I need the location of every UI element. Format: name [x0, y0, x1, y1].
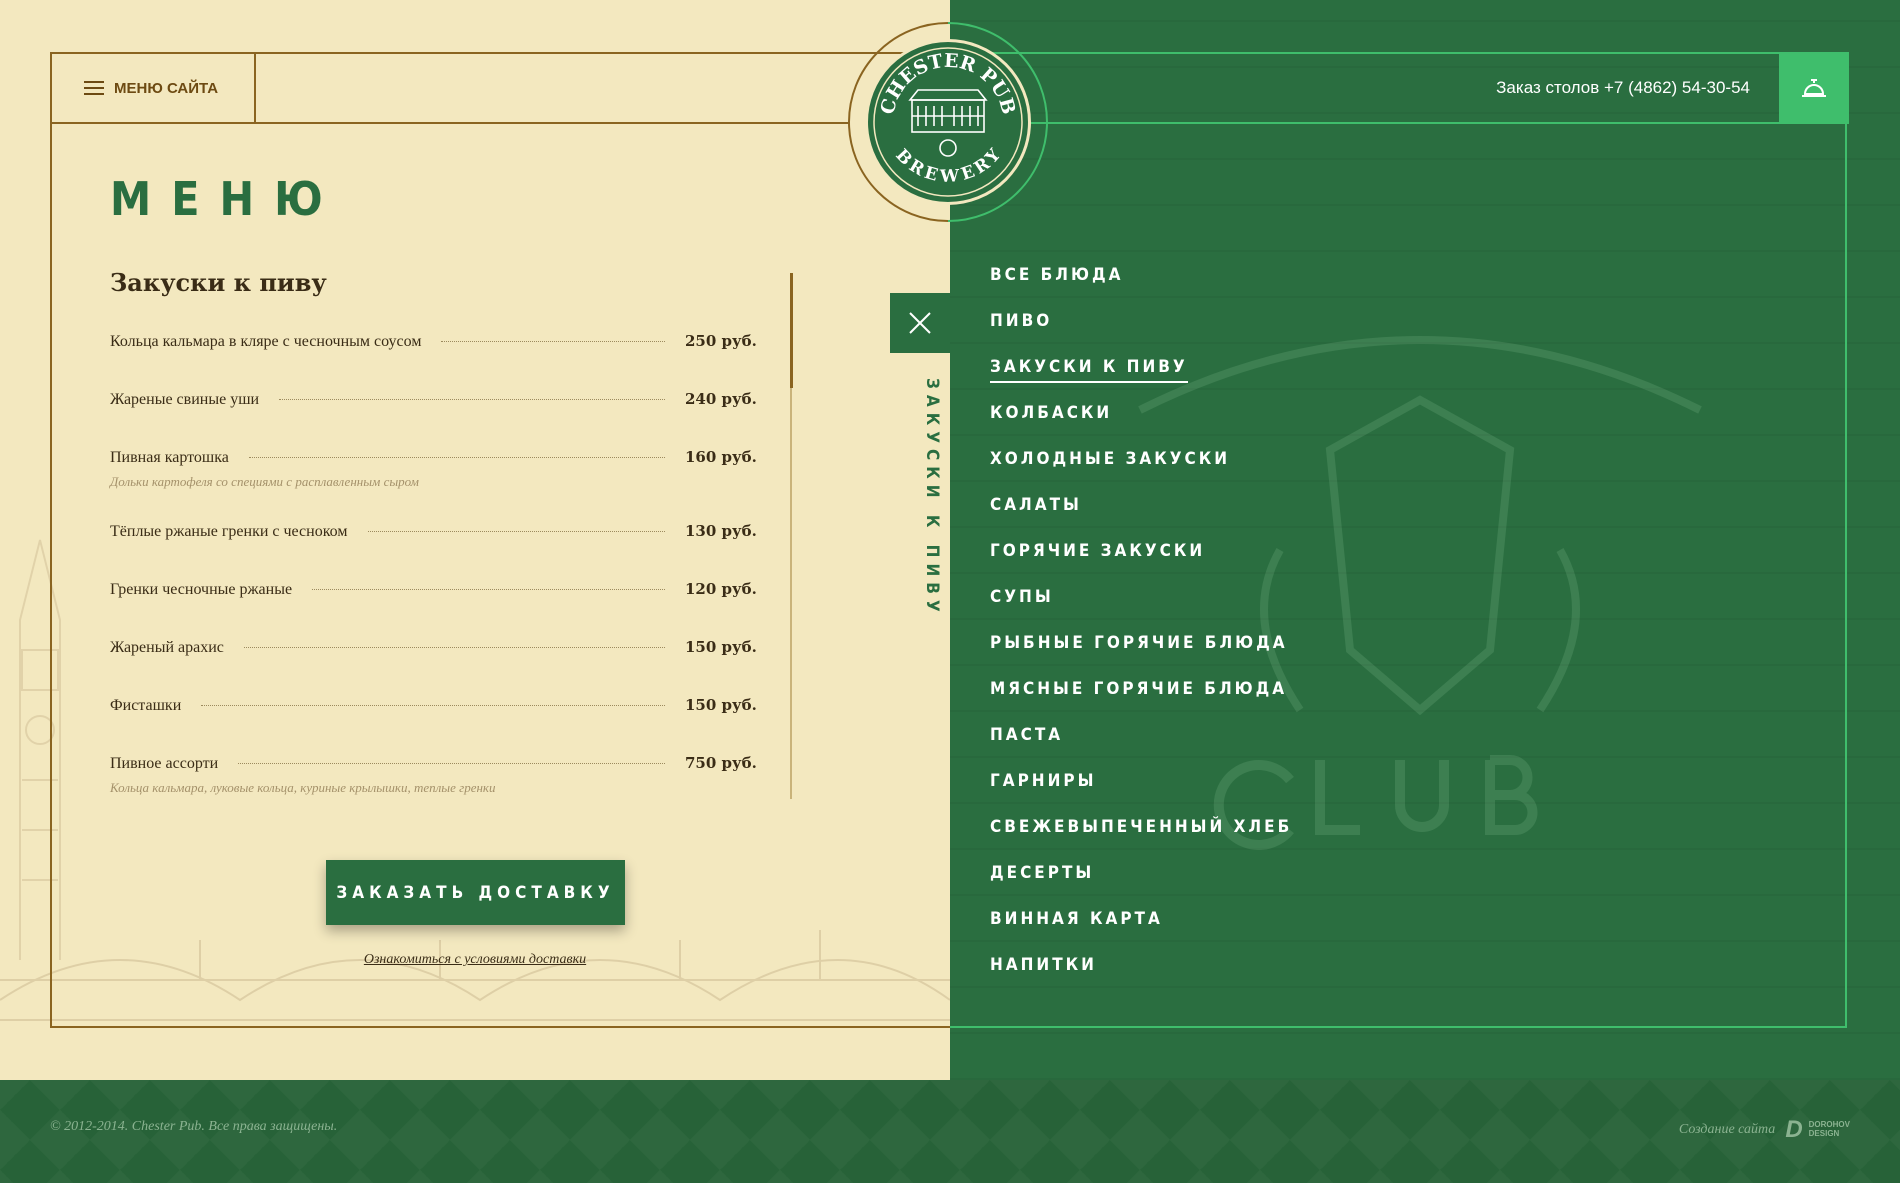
dot-leader — [201, 705, 665, 706]
item-name: Жареные свиные уши — [110, 391, 260, 408]
copyright-text: © 2012-2014. Chester Pub. Все права защи… — [50, 1119, 338, 1134]
site-credit[interactable]: Создание сайта D DOROHOV DESIGN — [1679, 1118, 1850, 1142]
logo-top-text: CHESTER PUB — [876, 50, 1019, 117]
item-name: Пивная картошка — [110, 449, 229, 466]
menu-item: Жареные свиные уши 240 руб. — [110, 390, 757, 409]
item-description: Кольца кальмара, луковые кольца, куриные… — [110, 780, 496, 795]
menu-item: Пивное ассорти 750 руб. Кольца кальмара,… — [110, 754, 757, 796]
svg-text:BREWERY: BREWERY — [891, 145, 1005, 187]
category-nav: ВСЕ БЛЮДА ПИВО ЗАКУСКИ К ПИВУ КОЛБАСКИ Х… — [990, 262, 1292, 998]
table-reservation-phone[interactable]: Заказ столов +7 (4862) 54-30-54 — [1496, 78, 1750, 98]
item-description: Дольки картофеля со специями с расплавле… — [110, 474, 419, 489]
category-meat-mains[interactable]: МЯСНЫЕ ГОРЯЧИЕ БЛЮДА — [990, 676, 1292, 722]
item-price: 120 руб. — [685, 580, 757, 598]
svg-text:CHESTER PUB: CHESTER PUB — [876, 50, 1019, 117]
category-hot-starters[interactable]: ГОРЯЧИЕ ЗАКУСКИ — [990, 538, 1292, 584]
item-price: 250 руб. — [685, 332, 757, 350]
menu-item: Кольца кальмара в кляре с чесночным соус… — [110, 332, 757, 351]
category-sides[interactable]: ГАРНИРЫ — [990, 768, 1292, 814]
category-pasta[interactable]: ПАСТА — [990, 722, 1292, 768]
dot-leader — [279, 399, 665, 400]
scrollbar-thumb[interactable] — [790, 273, 793, 388]
item-name: Тёплые ржаные гренки с чесноком — [110, 523, 348, 540]
logo-emblem: CHESTER PUB BREWERY — [873, 47, 1023, 197]
credit-mark: D — [1785, 1116, 1803, 1143]
page-title: МЕНЮ — [110, 172, 343, 226]
item-price: 240 руб. — [685, 390, 757, 408]
category-wine-list[interactable]: ВИННАЯ КАРТА — [990, 906, 1292, 952]
menu-item: Жареный арахис 150 руб. — [110, 638, 757, 657]
item-price: 750 руб. — [685, 754, 757, 772]
item-name: Гренки чесночные ржаные — [110, 581, 293, 598]
menu-item: Пивная картошка 160 руб. Дольки картофел… — [110, 448, 757, 490]
dot-leader — [367, 531, 665, 532]
category-sausages[interactable]: КОЛБАСКИ — [990, 400, 1292, 446]
item-name: Фисташки — [110, 697, 182, 714]
reservation-button[interactable] — [1779, 52, 1849, 124]
service-bell-icon — [1802, 79, 1826, 97]
item-name: Кольца кальмара в кляре с чесночным соус… — [110, 333, 422, 350]
section-title: Закуски к пиву — [110, 268, 327, 297]
category-all-dishes[interactable]: ВСЕ БЛЮДА — [990, 262, 1292, 308]
close-menu-button[interactable] — [890, 293, 950, 353]
credit-label: Создание сайта — [1678, 1122, 1776, 1137]
dot-leader — [243, 647, 665, 648]
menu-item: Фисташки 150 руб. — [110, 696, 757, 715]
category-salads[interactable]: САЛАТЫ — [990, 492, 1292, 538]
delivery-terms-link[interactable]: Ознакомиться с условиями доставки — [0, 952, 950, 968]
category-cold-starters[interactable]: ХОЛОДНЫЕ ЗАКУСКИ — [990, 446, 1292, 492]
dot-leader — [312, 589, 665, 590]
category-beer[interactable]: ПИВО — [990, 308, 1292, 354]
site-menu-button[interactable]: МЕНЮ САЙТА — [50, 52, 256, 124]
item-price: 150 руб. — [685, 696, 757, 714]
item-name: Жареный арахис — [110, 639, 224, 656]
item-price: 150 руб. — [685, 638, 757, 656]
item-price: 160 руб. — [685, 448, 757, 466]
category-desserts[interactable]: ДЕСЕРТЫ — [990, 860, 1292, 906]
site-menu-label: МЕНЮ САЙТА — [114, 79, 219, 97]
category-fish-mains[interactable]: РЫБНЫЕ ГОРЯЧИЕ БЛЮДА — [990, 630, 1292, 676]
current-section-vertical-label: ЗАКУСКИ К ПИВУ — [922, 378, 942, 618]
category-fresh-bread[interactable]: СВЕЖЕВЫПЕЧЕННЫЙ ХЛЕБ — [990, 814, 1292, 860]
menu-item: Тёплые ржаные гренки с чесноком 130 руб. — [110, 522, 757, 541]
category-beer-snacks[interactable]: ЗАКУСКИ К ПИВУ — [990, 354, 1292, 400]
credit-brand: DOROHOV DESIGN — [1808, 1120, 1850, 1138]
dot-leader — [238, 763, 665, 764]
hamburger-icon — [84, 81, 104, 95]
chester-pub-logo[interactable]: CHESTER PUB BREWERY — [865, 39, 1031, 205]
logo-bottom-text: BREWERY — [891, 145, 1005, 187]
order-delivery-button[interactable]: ЗАКАЗАТЬ ДОСТАВКУ — [326, 860, 625, 925]
category-soups[interactable]: СУПЫ — [990, 584, 1292, 630]
dorohov-design-logo: D DOROHOV DESIGN — [1785, 1118, 1850, 1142]
close-icon — [909, 312, 931, 334]
dot-leader — [441, 341, 665, 342]
dot-leader — [248, 457, 665, 458]
menu-item: Гренки чесночные ржаные 120 руб. — [110, 580, 757, 599]
item-name: Пивное ассорти — [110, 755, 219, 772]
category-drinks[interactable]: НАПИТКИ — [990, 952, 1292, 998]
footer: © 2012-2014. Chester Pub. Все права защи… — [0, 1080, 1900, 1183]
item-price: 130 руб. — [685, 522, 757, 540]
